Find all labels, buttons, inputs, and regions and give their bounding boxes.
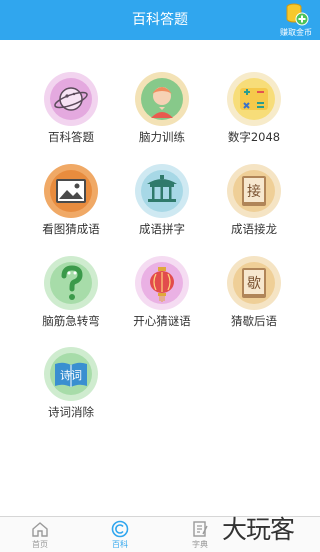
game-item-poetry[interactable]: 诗词 诗词消除 — [21, 347, 121, 432]
tab-home[interactable]: 首页 — [0, 517, 80, 552]
game-label: 数字2048 — [227, 130, 281, 144]
app-header: 百科答题 赚取金币 — [0, 0, 320, 40]
tab-label: 首页 — [32, 540, 48, 549]
game-label: 开心猜谜语 — [133, 314, 191, 328]
encyclopedia-icon — [111, 520, 129, 538]
page-title: 百科答题 — [132, 12, 188, 28]
earn-coins-button[interactable]: 赚取金币 — [276, 3, 316, 39]
game-item-xiehouyu[interactable]: 歇 猜歇后语 — [204, 256, 304, 341]
game-label: 成语接龙 — [231, 222, 277, 236]
jie-character: 接 — [247, 183, 261, 200]
game-icon-circle — [44, 256, 98, 310]
calculator-icon — [233, 78, 275, 120]
tab-encyclopedia[interactable]: 百科 — [80, 517, 160, 552]
watermark-text: 大玩客 — [222, 515, 295, 544]
game-icon-circle — [135, 256, 189, 310]
game-label: 看图猜成语 — [42, 222, 100, 236]
lantern-icon — [141, 262, 183, 304]
picture-icon — [50, 170, 92, 212]
game-icon-circle — [135, 72, 189, 126]
planet-icon — [50, 78, 92, 120]
game-icon-circle: 诗词 — [44, 347, 98, 401]
game-icon-circle — [135, 164, 189, 218]
xie-character: 歇 — [247, 276, 261, 292]
person-icon — [141, 78, 183, 120]
poetry-book-icon: 诗词 — [50, 353, 92, 395]
pavilion-icon — [141, 170, 183, 212]
game-item-idiom-chain[interactable]: 接 成语接龙 — [204, 164, 304, 249]
game-icon-circle — [44, 164, 98, 218]
game-label: 脑力训练 — [139, 130, 185, 144]
game-item-brain-teaser[interactable]: 脑筋急转弯 — [21, 256, 121, 341]
game-icon-circle — [44, 72, 98, 126]
game-item-idiom-spelling[interactable]: 成语拼字 — [112, 164, 212, 249]
game-label: 百科答题 — [48, 130, 94, 144]
tab-label: 百科 — [112, 540, 128, 549]
game-icon-circle — [227, 72, 281, 126]
home-icon — [32, 522, 48, 537]
dictionary-icon — [193, 521, 208, 537]
game-item-picture-idiom[interactable]: 看图猜成语 — [21, 164, 121, 249]
game-item-riddles[interactable]: 开心猜谜语 — [112, 256, 212, 341]
question-icon — [50, 262, 92, 304]
game-item-2048[interactable]: 数字2048 — [204, 72, 304, 157]
game-label: 成语拼字 — [139, 222, 185, 236]
game-icon-circle: 接 — [227, 164, 281, 218]
game-label: 猜歇后语 — [231, 314, 277, 328]
book-jie-icon: 接 — [233, 170, 275, 212]
game-label: 脑筋急转弯 — [42, 314, 100, 328]
earn-coins-label: 赚取金币 — [280, 28, 312, 37]
book-xie-icon: 歇 — [233, 262, 275, 304]
game-icon-circle: 歇 — [227, 256, 281, 310]
game-label: 诗词消除 — [48, 405, 94, 419]
coin-stack-icon — [286, 3, 309, 26]
game-item-baike[interactable]: 百科答题 — [21, 72, 121, 157]
watermark-logo: 大玩客 — [218, 512, 318, 550]
shici-characters: 诗词 — [60, 368, 82, 382]
game-item-brain-training[interactable]: 脑力训练 — [112, 72, 212, 157]
